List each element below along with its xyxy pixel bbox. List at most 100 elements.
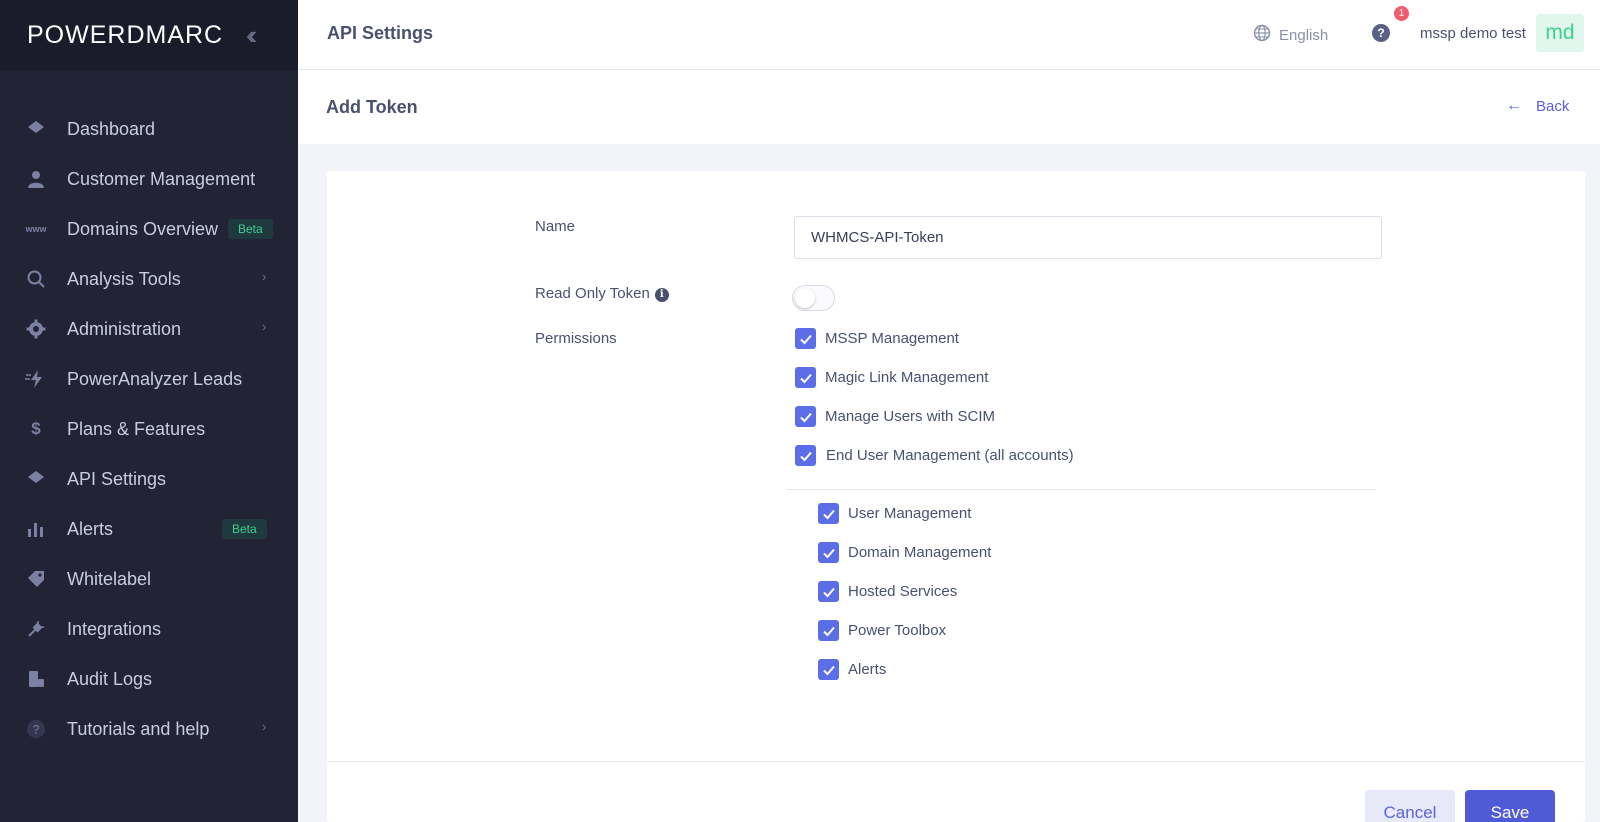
gear-icon xyxy=(24,317,48,341)
help-icon[interactable]: ? xyxy=(1372,24,1390,42)
checkbox-checked-icon[interactable] xyxy=(818,542,839,563)
sidebar-item-label: Analysis Tools xyxy=(67,268,181,289)
section-title: Add Token xyxy=(326,97,418,117)
sidebar-item-whitelabel[interactable]: Whitelabel xyxy=(0,554,298,604)
sidebar-item-label: Administration xyxy=(67,318,182,339)
sub-permission-power-toolbox[interactable]: Power Toolbox xyxy=(818,620,946,641)
dashboard-icon xyxy=(24,117,48,141)
back-link[interactable]: ← Back xyxy=(1506,97,1569,115)
user-name[interactable]: mssp demo test xyxy=(1420,25,1526,42)
search-icon xyxy=(24,267,48,291)
sidebar-item-dashboard[interactable]: Dashboard xyxy=(0,104,298,154)
sidebar-item-label: Tutorials and help xyxy=(67,718,210,739)
globe-icon xyxy=(1253,24,1271,46)
sidebar-item-poweranalyzer-leads[interactable]: PowerAnalyzer Leads xyxy=(0,354,298,404)
sidebar-item-administration[interactable]: Administration › xyxy=(0,304,298,354)
sidebar-item-audit-logs[interactable]: Audit Logs xyxy=(0,654,298,704)
checkbox-checked-icon[interactable] xyxy=(818,581,839,602)
permissions-label: Permissions xyxy=(535,330,617,347)
checkbox-checked-icon[interactable] xyxy=(818,659,839,680)
permission-label: Manage Users with SCIM xyxy=(825,408,996,425)
sidebar-item-label: Audit Logs xyxy=(67,668,153,689)
sub-permission-domain-management[interactable]: Domain Management xyxy=(818,542,991,563)
sidebar-item-label: Dashboard xyxy=(67,118,156,139)
collapse-sidebar-icon[interactable]: ‹‹ xyxy=(246,20,258,51)
checkbox-checked-icon[interactable] xyxy=(795,367,816,388)
checkbox-checked-icon[interactable] xyxy=(818,503,839,524)
chevron-right-icon: › xyxy=(262,269,267,284)
sidebar-item-alerts[interactable]: Alerts Beta xyxy=(0,504,298,554)
chevron-right-icon: › xyxy=(262,319,267,334)
beta-badge: Beta xyxy=(222,519,267,539)
checkbox-checked-icon[interactable] xyxy=(818,620,839,641)
sub-permission-user-management[interactable]: User Management xyxy=(818,503,971,524)
chevron-right-icon: › xyxy=(262,719,267,734)
checkbox-checked-icon[interactable] xyxy=(795,406,816,427)
sidebar-item-label: PowerAnalyzer Leads xyxy=(67,368,243,389)
permission-label: Power Toolbox xyxy=(848,622,947,639)
arrow-left-icon: ← xyxy=(1506,97,1522,114)
divider xyxy=(787,489,1376,490)
read-only-toggle[interactable] xyxy=(792,285,835,311)
sidebar-item-label: Plans & Features xyxy=(67,418,206,439)
sub-header: Add Token ← Back xyxy=(298,70,1600,144)
sidebar-item-api-settings[interactable]: API Settings xyxy=(0,454,298,504)
sidebar-item-analysis-tools[interactable]: Analysis Tools › xyxy=(0,254,298,304)
sub-permission-alerts[interactable]: Alerts xyxy=(818,659,886,680)
sidebar: POWERDMARC ‹‹ Dashboard Customer Managem… xyxy=(0,0,298,822)
language-label: English xyxy=(1279,26,1329,44)
question-icon: ? xyxy=(24,717,48,741)
permission-magic-link-management[interactable]: Magic Link Management xyxy=(795,367,988,388)
sidebar-item-domains-overview[interactable]: www Domains Overview Beta xyxy=(0,204,298,254)
footer-divider xyxy=(327,761,1585,762)
sidebar-item-tutorials-help[interactable]: ? Tutorials and help › xyxy=(0,704,298,754)
permission-label: Alerts xyxy=(848,661,887,678)
sidebar-item-label: Integrations xyxy=(67,618,162,639)
save-button[interactable]: Save xyxy=(1465,790,1555,822)
top-bar: API Settings English ? 1 mssp demo test … xyxy=(298,0,1600,70)
permission-end-user-management[interactable]: End User Management (all accounts) xyxy=(795,445,1074,466)
beta-badge: Beta xyxy=(228,219,273,239)
sub-permission-hosted-services[interactable]: Hosted Services xyxy=(818,581,957,602)
permission-label: End User Management (all accounts) xyxy=(826,447,1074,464)
plug-icon xyxy=(24,617,48,641)
sidebar-item-label: Domains Overview xyxy=(67,218,219,239)
permission-manage-users-scim[interactable]: Manage Users with SCIM xyxy=(795,406,995,427)
avatar[interactable]: md xyxy=(1536,14,1584,52)
tag-icon xyxy=(24,567,48,591)
logs-icon xyxy=(24,667,48,691)
checkbox-checked-icon[interactable] xyxy=(795,445,816,466)
read-only-label-text: Read Only Token xyxy=(535,285,650,302)
svg-text:?: ? xyxy=(33,723,40,737)
checkbox-checked-icon[interactable] xyxy=(795,328,816,349)
permission-label: Magic Link Management xyxy=(825,369,989,386)
sidebar-item-customer-management[interactable]: Customer Management xyxy=(0,154,298,204)
bar-chart-icon xyxy=(24,517,48,541)
sidebar-item-label: Customer Management xyxy=(67,168,256,189)
read-only-label: Read Only Token i xyxy=(535,285,669,302)
dollar-icon: $ xyxy=(31,419,41,438)
cancel-button[interactable]: Cancel xyxy=(1365,790,1455,822)
api-icon xyxy=(24,467,48,491)
www-icon: www xyxy=(25,224,47,234)
user-icon xyxy=(24,167,48,191)
sidebar-item-label: Whitelabel xyxy=(67,568,152,589)
sidebar-item-label: API Settings xyxy=(67,468,167,489)
sidebar-item-plans-features[interactable]: $ Plans & Features xyxy=(0,404,298,454)
back-label: Back xyxy=(1536,97,1570,115)
name-label: Name xyxy=(535,218,576,235)
permission-label: Hosted Services xyxy=(848,583,958,600)
sidebar-item-label: Alerts xyxy=(67,518,114,539)
permission-label: Domain Management xyxy=(848,544,992,561)
notification-badge[interactable]: 1 xyxy=(1394,6,1409,21)
powerdmarc-logo[interactable]: POWERDMARC xyxy=(27,21,223,50)
language-selector[interactable]: English xyxy=(1253,24,1328,46)
permission-label: User Management xyxy=(848,505,972,522)
sidebar-nav: Dashboard Customer Management www Domain… xyxy=(0,104,298,754)
token-name-input[interactable] xyxy=(794,216,1382,259)
permission-mssp-management[interactable]: MSSP Management xyxy=(795,328,959,349)
permission-label: MSSP Management xyxy=(825,330,959,347)
logo-bar: POWERDMARC ‹‹ xyxy=(0,0,298,70)
info-icon[interactable]: i xyxy=(654,287,669,302)
sidebar-item-integrations[interactable]: Integrations xyxy=(0,604,298,654)
